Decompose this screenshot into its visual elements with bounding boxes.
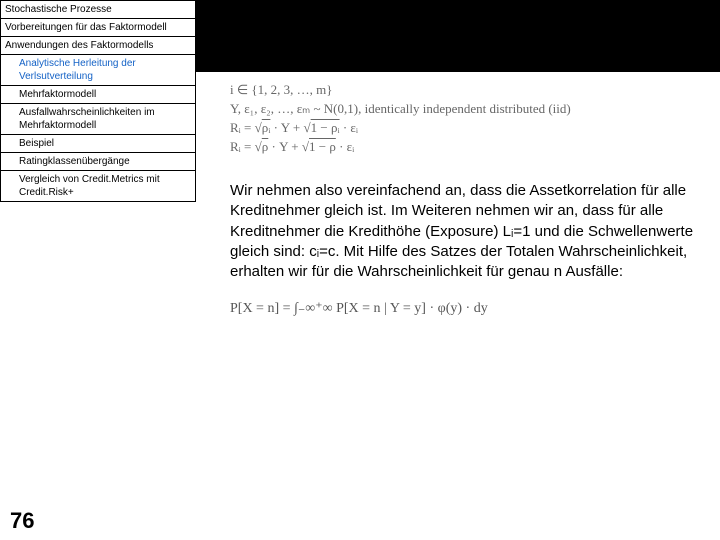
formula-line-4: Rᵢ = √ρ · Y + √1 − ρ · εᵢ (230, 139, 694, 155)
formula-line-3: Rᵢ = √ρᵢ · Y + √1 − ρᵢ · εᵢ (230, 120, 694, 136)
formula-line-1: i ∈ {1, 2, 3, …, m} (230, 82, 694, 98)
nav-ausfall[interactable]: Ausfallwahrscheinlichkeiten im Mehrfakto… (0, 104, 196, 135)
integral-formula: P[X = n] = ∫₋∞⁺∞ P[X = n | Y = y] · φ(y)… (230, 300, 694, 317)
body-text: Wir nehmen also vereinfachend an, dass d… (230, 181, 694, 282)
nav-vergleich[interactable]: Vergleich von Credit.Metrics mit Credit.… (0, 171, 196, 202)
intro-text: Wir betrachten ein Portfolio mit m Kredi… (230, 54, 694, 72)
nav-stochastische[interactable]: Stochastische Prozesse (0, 0, 196, 19)
nav-mehrfaktor[interactable]: Mehrfaktormodell (0, 86, 196, 104)
formula-line-2: Y, ε₁, ε₂, …, εₘ ~ N(0,1), identically i… (230, 101, 694, 117)
nav-anwendungen[interactable]: Anwendungen des Faktormodells (0, 37, 196, 55)
sidebar: Stochastische Prozesse Vorbereitungen fü… (0, 0, 196, 540)
nav-beispiel[interactable]: Beispiel (0, 135, 196, 153)
nav-vorbereitungen[interactable]: Vorbereitungen für das Faktormodell (0, 19, 196, 37)
formula-block: i ∈ {1, 2, 3, …, m} Y, ε₁, ε₂, …, εₘ ~ N… (230, 82, 694, 155)
main-content: Wir betrachten ein Portfolio mit m Kredi… (196, 0, 720, 540)
nav-rating[interactable]: Ratingklassenübergänge (0, 153, 196, 171)
nav-analytische[interactable]: Analytische Herleitung der Verlsutvertei… (0, 55, 196, 86)
page-number: 76 (10, 508, 34, 534)
